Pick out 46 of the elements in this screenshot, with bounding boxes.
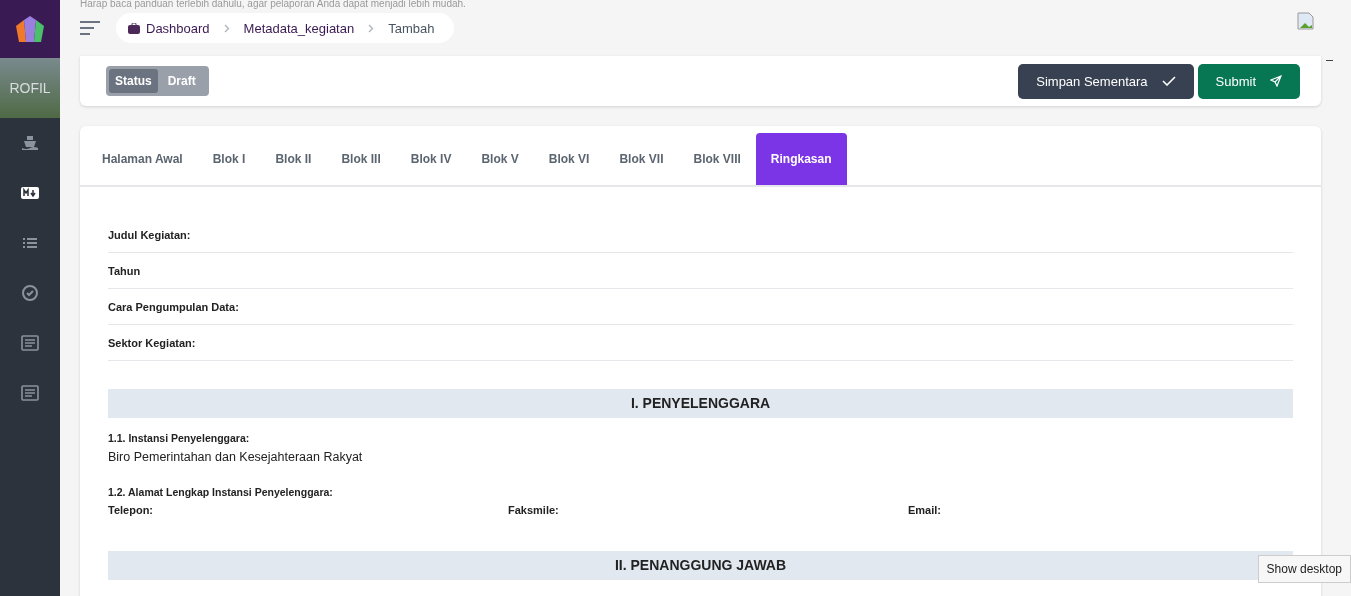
chevron-icon	[368, 23, 375, 33]
field-label: Faksmile:	[508, 504, 560, 516]
field-label: Judul Kegiatan:	[108, 228, 191, 241]
tooltip: Show desktop	[1257, 555, 1351, 583]
breadcrumb-link[interactable]: Dashboard	[146, 20, 210, 36]
tab[interactable]: Blok II	[260, 133, 327, 185]
field-label: Tahun	[108, 264, 141, 277]
field-label: Email:	[908, 504, 942, 516]
markdown-icon[interactable]	[21, 187, 39, 199]
breadcrumb-link[interactable]: Metadata_kegiatan	[243, 20, 355, 36]
document-icon[interactable]	[21, 335, 39, 351]
tab[interactable]: Blok VII	[604, 133, 679, 185]
tab[interactable]: Blok VI	[533, 133, 605, 185]
breadcrumb-link[interactable]: Tambah	[388, 20, 435, 36]
check-circle-icon[interactable]	[22, 285, 38, 301]
tab[interactable]: Blok I	[197, 133, 261, 185]
field-value: Biro Pemerintahan dan Kesejahteraan Rakyat	[108, 450, 364, 464]
broken-image-icon	[1297, 12, 1315, 30]
tab[interactable]: Ringkasan	[755, 133, 847, 185]
notice-text: Harap baca panduan terlebih dahulu, agar pelaporan Anda dapat menjadi lebih mudah.	[80, 0, 466, 9]
tab[interactable]: Blok III	[326, 133, 396, 185]
submit-button[interactable]: Submit	[1197, 63, 1300, 99]
check-icon	[1161, 76, 1176, 86]
tab[interactable]: Blok VIII	[678, 133, 756, 185]
dash-mark	[1326, 60, 1333, 61]
menu-icon[interactable]	[80, 21, 100, 35]
tab[interactable]: Blok IV	[395, 133, 467, 185]
field-label: 1.2. Alamat Lengkap Instansi Penyelenggara:	[108, 486, 334, 498]
crystal-logo-icon	[14, 14, 46, 44]
section-header: I. PENYELENGGARA	[108, 389, 1293, 418]
brand-text: ROFIL	[9, 80, 51, 96]
field-label: 1.1. Instansi Penyelenggara:	[108, 432, 251, 444]
status-label: Status	[109, 69, 158, 93]
status-value: Draft	[166, 73, 197, 90]
chevron-icon	[223, 23, 230, 33]
field-label: Telepon:	[108, 504, 154, 516]
ship-icon[interactable]	[22, 136, 38, 150]
tab[interactable]: Halaman Awal	[87, 133, 198, 185]
save-draft-button[interactable]: Simpan Sementara	[1018, 63, 1194, 99]
field-label: Cara Pengumpulan Data:	[108, 300, 239, 313]
send-icon	[1270, 75, 1282, 87]
tab[interactable]: Blok V	[466, 133, 534, 185]
list-icon[interactable]	[23, 237, 37, 249]
briefcase-icon	[128, 22, 140, 34]
document-icon[interactable]	[21, 385, 39, 401]
field-label: Sektor Kegiatan:	[108, 336, 196, 349]
